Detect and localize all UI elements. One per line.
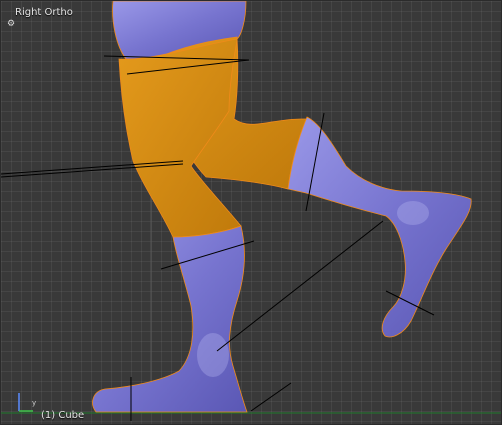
object-label: (1) Cube bbox=[41, 410, 85, 421]
front-boot-mesh bbox=[92, 225, 248, 413]
3d-viewport[interactable]: Right Ortho ⚙ y (1) Cube bbox=[0, 0, 502, 425]
view-title: Right Ortho bbox=[15, 7, 73, 18]
axis-gizmo: y bbox=[13, 387, 41, 415]
boot-highlight bbox=[197, 333, 229, 377]
gear-icon[interactable]: ⚙ bbox=[7, 20, 15, 29]
rear-boot-highlight bbox=[397, 201, 429, 225]
axis-y-label: y bbox=[32, 399, 37, 407]
bone-toe-front bbox=[250, 382, 292, 412]
axis-gizmo-icon bbox=[18, 393, 33, 412]
scene-canvas[interactable] bbox=[1, 1, 502, 425]
rear-boot-mesh bbox=[287, 116, 472, 338]
